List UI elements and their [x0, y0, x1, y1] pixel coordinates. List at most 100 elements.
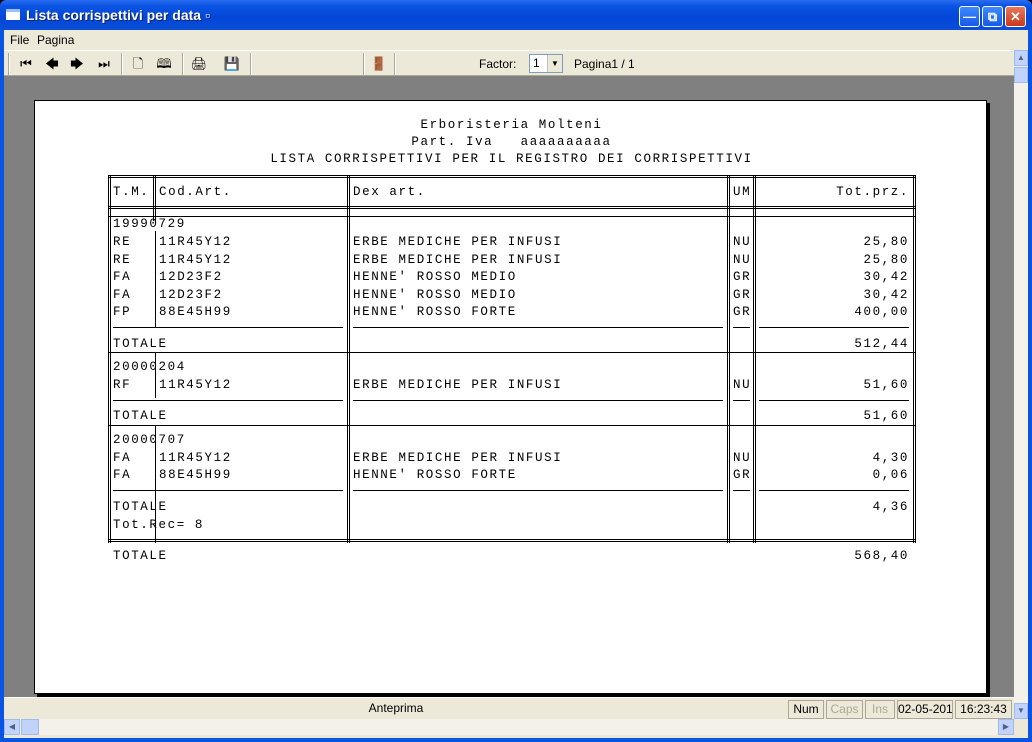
- menu-bar: File Pagina: [4, 30, 1028, 50]
- row-code: 88E45H99: [159, 468, 232, 482]
- row-um: GR: [733, 270, 752, 284]
- row-desc: ERBE MEDICHE PER INFUSI: [353, 235, 563, 249]
- row-um: NU: [733, 235, 752, 249]
- factor-value: 1: [533, 56, 540, 70]
- status-time: 16:23:43: [955, 700, 1012, 719]
- window-border-right: [1028, 30, 1032, 738]
- row-desc: HENNE' ROSSO FORTE: [353, 468, 517, 482]
- arrow-left-icon: 🡄: [45, 56, 59, 71]
- minimize-button[interactable]: ―: [959, 6, 980, 27]
- column-divider: [727, 175, 730, 543]
- report-company: Erboristeria Molteni: [420, 118, 603, 132]
- row-amount: 400,00: [854, 305, 909, 319]
- code-divider: [155, 352, 156, 398]
- code-divider: [155, 231, 156, 327]
- subtotal-rule: [353, 400, 723, 401]
- subtotal-rule: [113, 490, 343, 491]
- menu-pagina[interactable]: Pagina: [37, 33, 74, 47]
- record-count: Tot.Rec= 8: [113, 518, 205, 532]
- subtotal-rule: [113, 327, 343, 328]
- row-amount: 0,06: [872, 468, 909, 482]
- row-um: NU: [733, 378, 752, 392]
- horizontal-scrollbar[interactable]: ◀ ▶: [4, 719, 1014, 735]
- factor-label: Factor:: [479, 57, 517, 71]
- column-divider: [347, 175, 350, 543]
- row-um: NU: [733, 253, 752, 267]
- close-button[interactable]: ✕: [1005, 6, 1026, 27]
- arrow-right-icon: 🡆: [70, 56, 84, 71]
- row-code: 11R45Y12: [159, 253, 232, 267]
- column-divider: [913, 175, 916, 543]
- status-date: 02-05-2016: [897, 700, 953, 719]
- row-type: FA: [113, 468, 132, 482]
- table-bottom-rule: [108, 539, 916, 542]
- row-code: 11R45Y12: [159, 378, 232, 392]
- row-type: FP: [113, 305, 132, 319]
- next-page-button[interactable]: 🡆: [67, 54, 87, 74]
- print-button[interactable]: 🖨: [189, 54, 209, 74]
- scroll-up-button[interactable]: ▲: [1014, 50, 1028, 66]
- toolbar-separator: [394, 53, 396, 75]
- toolbar-separator: [363, 53, 365, 75]
- group-total-label: TOTALE: [113, 409, 168, 423]
- disk-icon: 💾: [223, 56, 241, 71]
- column-divider: [108, 175, 111, 543]
- column-divider: [753, 175, 756, 543]
- factor-select[interactable]: 1 ▼: [529, 54, 563, 73]
- single-page-button[interactable]: 🗋: [128, 54, 148, 74]
- group-total-value: 51,60: [863, 409, 909, 423]
- group-date: 20000707: [113, 433, 186, 447]
- restore-button[interactable]: ⧉: [982, 6, 1003, 27]
- col-header-code: Cod.Art.: [159, 185, 232, 199]
- row-um: GR: [733, 468, 752, 482]
- window-icon: [6, 9, 20, 20]
- row-amount: 30,42: [863, 288, 909, 302]
- group-total-label: TOTALE: [113, 500, 168, 514]
- printer-icon: 🖨: [190, 56, 208, 71]
- col-header-desc: Dex art.: [353, 185, 426, 199]
- row-amount: 51,60: [863, 378, 909, 392]
- menu-file[interactable]: File: [10, 33, 29, 47]
- row-type: FA: [113, 451, 132, 465]
- title-bar[interactable]: Lista corrispettivi per data ▫ ― ⧉ ✕: [0, 0, 1032, 30]
- row-code: 11R45Y12: [159, 235, 232, 249]
- subtotal-rule: [733, 327, 750, 328]
- scroll-left-button[interactable]: ◀: [4, 719, 20, 735]
- row-code: 11R45Y12: [159, 451, 232, 465]
- first-page-button[interactable]: ⏮: [16, 54, 36, 74]
- status-caps: Caps: [826, 700, 863, 719]
- row-desc: HENNE' ROSSO MEDIO: [353, 270, 517, 284]
- table-header-rule: [108, 206, 916, 209]
- preview-area[interactable]: Erboristeria Molteni Part. Iva aaaaaaaaa…: [4, 76, 1014, 697]
- last-page-button[interactable]: ⏭: [94, 54, 114, 74]
- vertical-scroll-thumb[interactable]: [1014, 67, 1028, 83]
- row-type: RE: [113, 235, 132, 249]
- row-amount: 30,42: [863, 270, 909, 284]
- status-num: Num: [788, 700, 824, 719]
- group-total-value: 512,44: [854, 337, 909, 351]
- table-top-rule: [108, 175, 916, 178]
- scroll-right-button[interactable]: ▶: [998, 719, 1014, 735]
- subtotal-rule: [733, 400, 750, 401]
- horizontal-scroll-thumb[interactable]: [21, 719, 39, 735]
- col-header-tm: T.M.: [113, 185, 150, 199]
- toolbar: ⏮ 🡄 🡆 ⏭ 🗋 🕮 🖨 💾 🚪 Factor: 1 ▼ Pagina1 / …: [4, 50, 1014, 76]
- page-icon: 🗋: [132, 56, 144, 71]
- two-pages-button[interactable]: 🕮: [154, 54, 174, 74]
- toolbar-separator: [182, 53, 184, 75]
- scroll-down-button[interactable]: ▼: [1014, 703, 1028, 719]
- row-um: GR: [733, 305, 752, 319]
- row-code: 88E45H99: [159, 305, 232, 319]
- vertical-scrollbar[interactable]: ▲ ▼: [1014, 50, 1028, 719]
- group-separator: [108, 352, 916, 353]
- export-button[interactable]: 💾: [222, 54, 242, 74]
- previous-page-button[interactable]: 🡄: [42, 54, 62, 74]
- exit-button[interactable]: 🚪: [369, 54, 389, 74]
- group-date: 20000204: [113, 360, 186, 374]
- toolbar-separator: [250, 53, 252, 75]
- col-header-total: Tot.prz.: [836, 185, 909, 199]
- group-date: 19990729: [113, 217, 186, 231]
- grand-total-label: TOTALE: [113, 549, 168, 563]
- row-amount: 25,80: [863, 235, 909, 249]
- chevron-down-icon[interactable]: ▼: [547, 55, 562, 72]
